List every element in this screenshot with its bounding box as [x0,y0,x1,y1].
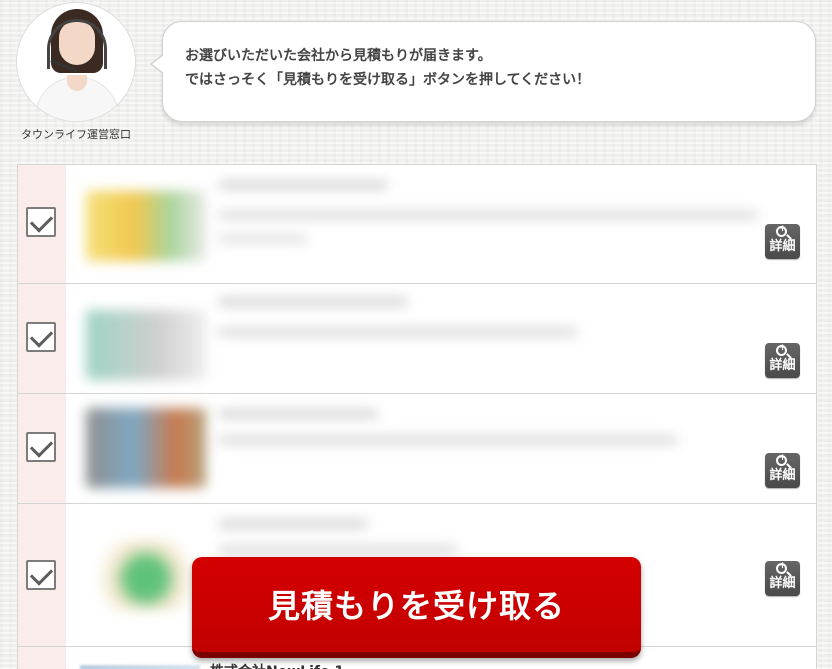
company-checkbox[interactable] [26,322,56,352]
company-info-blurred [68,165,758,283]
checkbox-cell [18,165,66,283]
company-checkbox[interactable] [26,207,56,237]
checkbox-cell [18,647,66,669]
bubble-message-line2: ではさっそく「見積もりを受け取る」ボタンを押してください！ [185,72,591,88]
detail-label: 詳細 [769,239,796,254]
operator-panel: タウンライフ運営窓口 [12,2,140,142]
detail-button[interactable]: 詳細 [765,561,800,596]
company-row: 詳細 [18,165,816,284]
zoom-icon [776,453,788,466]
checkbox-cell [18,284,66,393]
operator-avatar [16,2,136,122]
checkbox-cell [18,504,66,646]
zoom-icon [776,561,788,574]
checkbox-cell [18,394,66,503]
detail-button[interactable]: 詳細 [765,453,800,488]
company-row: 詳細 [18,394,816,504]
zoom-icon [776,224,788,237]
detail-label: 詳細 [769,468,796,483]
bubble-message-line1: お選びいただいた会社から見積もりが届きます。 [185,48,492,64]
company-checkbox[interactable] [26,560,56,590]
company-info-blurred [68,394,746,503]
company-name: 株式会社NewLife 1 [210,661,344,669]
detail-button[interactable]: 詳細 [765,343,800,378]
company-checkbox[interactable] [26,432,56,462]
detail-label: 詳細 [769,358,796,373]
operator-label: タウンライフ運営窓口 [21,128,131,141]
detail-label: 詳細 [769,576,796,591]
receive-estimate-button[interactable]: 見積もりを受け取る [192,557,641,658]
company-row: 詳細 [18,284,816,394]
company-thumbnail [80,665,200,669]
detail-button[interactable]: 詳細 [765,224,800,259]
speech-bubble: お選びいただいた会社から見積もりが届きます。 ではさっそく「見積もりを受け取る」… [150,21,816,122]
zoom-icon [776,343,788,356]
company-info-blurred [68,284,746,393]
